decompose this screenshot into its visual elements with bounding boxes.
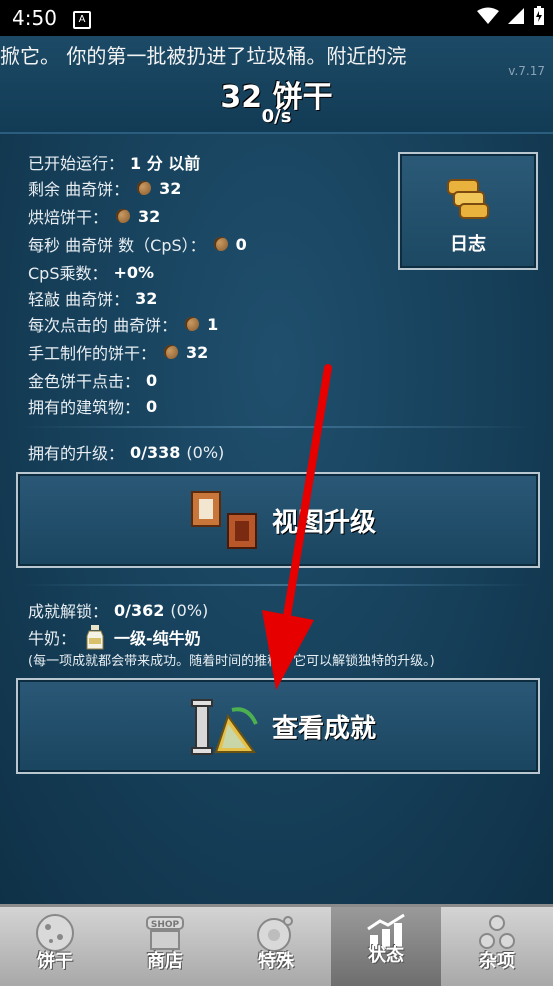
nav-shop[interactable]: SHOP 商店 — [110, 907, 220, 986]
nav-special[interactable]: 特殊 — [221, 907, 331, 986]
nav-cookie[interactable]: 饼干 — [0, 907, 110, 986]
bottom-navigation: 饼干 SHOP 商店 特殊 状态 杂项 — [0, 904, 553, 986]
svg-text:SHOP: SHOP — [151, 920, 180, 930]
nav-misc[interactable]: 杂项 — [442, 907, 552, 986]
red-arrow-annotation — [262, 364, 332, 690]
nav-stats[interactable]: 状态 — [331, 907, 441, 986]
